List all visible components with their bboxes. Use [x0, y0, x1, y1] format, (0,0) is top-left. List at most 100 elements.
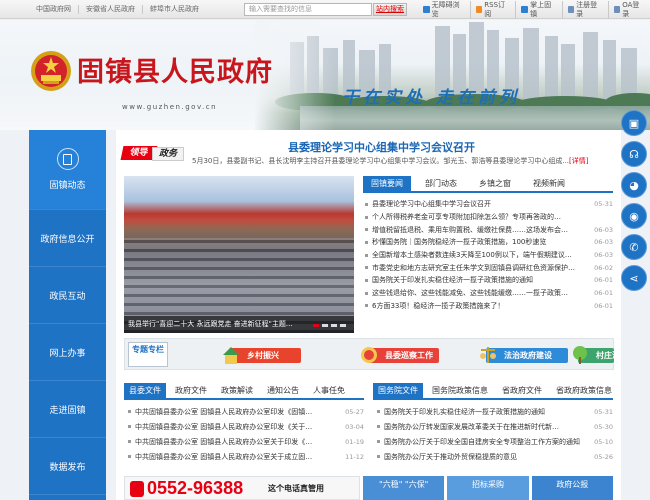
tab-government-docs[interactable]: 政府文件: [170, 383, 212, 398]
tab-video-news[interactable]: 视频新闻: [525, 176, 573, 191]
list-item[interactable]: 国务院办公厅转发国家发展改革委关于在推进新时代新… 05-30: [373, 419, 613, 434]
site-title[interactable]: 固镇县人民政府: [77, 50, 273, 89]
list-item[interactable]: 县委理论学习中心组集中学习会议召开 05-31: [363, 198, 613, 211]
search-input[interactable]: 输入需要查找的信息: [244, 3, 372, 16]
topic-rural-revitalization[interactable]: 乡村振兴: [221, 343, 301, 367]
share-icon[interactable]: ⋖: [621, 265, 647, 291]
list-item[interactable]: 国务院关于印发扎实稳住经济一揽子政策措施的通知 06-01: [363, 274, 613, 287]
bullet: [365, 215, 368, 219]
bullet: [377, 440, 380, 443]
nav-item-interaction[interactable]: 政民互动: [29, 267, 106, 324]
phone-icon[interactable]: ✆: [621, 234, 647, 260]
block-procurement[interactable]: 招标采购: [447, 476, 529, 500]
top-bar: 中国政府网 安徽省人民政府 蚌埠市人民政府 输入需要查找的信息 站内搜索 无障碍…: [0, 0, 650, 19]
main-content: 领导 政务 县委理论学习中心组集中学习会议召开 5月30日，县委副书记、县长沈明…: [116, 130, 621, 500]
list-item[interactable]: 这些钱退给你、这些钱能减免、这些钱能缓缴……一揽子政策… 06-01: [363, 287, 613, 300]
nav-item-label: 数据发布: [49, 462, 86, 473]
list-item[interactable]: 中共固镇县委办公室 固镇县人民政府办公室关于印发《… 01-19: [124, 434, 364, 449]
nav-item-label: 政民互动: [49, 291, 86, 302]
list-item[interactable]: 个人所得税养老金可享专项附加扣除怎么领？专项再答政的…: [363, 211, 613, 224]
list-item[interactable]: 中共固镇县委办公室 固镇县人民政府办公室印发《关于… 03-04: [124, 419, 364, 434]
tab-province-docs[interactable]: 省政府文件: [497, 383, 547, 398]
hotline-banner[interactable]: 0552-96388 这个电话真管用: [124, 476, 360, 500]
state-council-tabs: 国务院文件 国务院政策信息 省政府文件 省政府政策信息: [373, 383, 613, 400]
mobile-link[interactable]: 掌上固镇: [516, 0, 563, 19]
nav-item-about-guzhen[interactable]: 走进固镇: [29, 381, 106, 438]
hotline-tagline: 这个电话真管用: [268, 484, 324, 493]
top-link-anhui[interactable]: 安徽省人民政府: [79, 5, 143, 14]
oa-login-link[interactable]: OA登录: [609, 1, 650, 19]
tab-appointments[interactable]: 人事任免: [308, 383, 350, 398]
login-link[interactable]: 注册登录: [563, 0, 609, 19]
top-link-gov[interactable]: 中国政府网: [30, 5, 79, 14]
mobile-icon: [521, 6, 529, 13]
floating-toolbar: ▣ ☊ ◕ ◉ ✆ ⋖: [621, 110, 647, 296]
rss-icon: [475, 6, 483, 13]
bullet: [128, 440, 131, 443]
rss-link[interactable]: RSS订阅: [471, 0, 517, 19]
top-right-links: 无障碍浏览 RSS订阅 掌上固镇 注册登录 OA登录: [418, 0, 650, 19]
tab-township-news[interactable]: 乡镇之窗: [471, 176, 519, 191]
photo-slider[interactable]: 我县举行"喜迎二十大 永远跟党走 奋进新征程"主题...: [124, 176, 354, 333]
tab-county-party-docs[interactable]: 县委文件: [124, 383, 166, 398]
list-item[interactable]: 中共固镇县委办公室 固镇县人民政府办公室关于成立固… 11-12: [124, 449, 364, 464]
national-emblem-icon: [31, 51, 71, 91]
list-item[interactable]: 市委党史和地方志研究室主任朱学文到固镇县调研红色资源保护… 06-02: [363, 261, 613, 274]
document-icon: [56, 148, 79, 170]
headset-icon[interactable]: ☊: [621, 141, 647, 167]
list-item[interactable]: 中共固镇县委办公室 固镇县人民政府办公室印发《固镇… 05-27: [124, 404, 364, 419]
list-item[interactable]: 增值税留抵退税、乘用车购置税、缓缴社保费……这场发布会… 06-03: [363, 223, 613, 236]
tab-guzhen-news[interactable]: 固镇要闻: [363, 176, 411, 191]
block-gazette[interactable]: 政府公报: [531, 476, 613, 500]
block-six-stability[interactable]: "六稳" "六保": [363, 476, 445, 500]
tab-dept-news[interactable]: 部门动态: [417, 176, 465, 191]
river-graphic: [300, 106, 650, 130]
news-list: 县委理论学习中心组集中学习会议召开 05-31 个人所得税养老金可享专项附加扣除怎…: [363, 198, 613, 312]
screen-icon[interactable]: ▣: [621, 110, 647, 136]
top-links: 中国政府网 安徽省人民政府 蚌埠市人民政府: [30, 0, 206, 19]
tab-policy-interpretation[interactable]: 政策解读: [216, 383, 258, 398]
list-item[interactable]: 国务院办公厅关于印发全国自建房安全专项整治工作方案的通知 05-10: [373, 434, 613, 449]
list-item[interactable]: 全国新增本土感染者数连续3天降至100例以下，端午假期建议… 06-03: [363, 249, 613, 262]
tab-state-council-docs[interactable]: 国务院文件: [373, 383, 423, 398]
bullet: [365, 228, 368, 232]
accessibility-icon: [423, 6, 430, 13]
list-item[interactable]: 秒懂国务院｜国务院稳经济一揽子政策措施，100秒速览 06-03: [363, 236, 613, 249]
slider-dot[interactable]: [340, 324, 346, 327]
site-url: www.guzhen.gov.cn: [122, 103, 218, 111]
list-item[interactable]: 国务院办公厅关于推动外贸保稳提质的意见 05-26: [373, 449, 613, 464]
topic-inspection[interactable]: 县委巡察工作: [359, 343, 439, 367]
weibo-icon[interactable]: ◉: [621, 203, 647, 229]
news-tabs: 固镇要闻 部门动态 乡镇之窗 视频新闻: [363, 176, 613, 193]
bullet: [365, 266, 368, 270]
headline-link[interactable]: 县委理论学习中心组集中学习会议召开: [288, 139, 475, 155]
special-topics-strip: 专题专栏 乡村振兴 县委巡察工作 法治政府建设 村庄清洁: [124, 338, 614, 370]
tab-state-council-policy[interactable]: 国务院政策信息: [427, 383, 493, 398]
topic-rule-of-law[interactable]: 法治政府建设: [478, 343, 568, 367]
slider-dot[interactable]: [331, 324, 337, 327]
details-link[interactable]: [详情]: [569, 157, 588, 165]
slider-dot[interactable]: [322, 324, 328, 327]
nav-item-data-release[interactable]: 数据发布: [29, 438, 106, 495]
state-council-documents-panel: 国务院文件 国务院政策信息 省政府文件 省政府政策信息 国务院关于印发扎实稳住经…: [373, 383, 613, 464]
nav-item-info-disclosure[interactable]: 政府信息公开: [29, 210, 106, 267]
left-nav: 固镇动态 政府信息公开 政民互动 网上办事 走进固镇 数据发布: [29, 130, 106, 500]
user-icon: [567, 6, 575, 13]
bullet: [128, 455, 131, 458]
slider-dot[interactable]: [313, 324, 319, 327]
nav-item-guzhen-news[interactable]: 固镇动态: [29, 130, 106, 210]
nav-item-online-services[interactable]: 网上办事: [29, 324, 106, 381]
accessibility-link[interactable]: 无障碍浏览: [418, 0, 471, 19]
search-button[interactable]: 站内搜索: [373, 3, 407, 16]
list-item[interactable]: 6方面33项！稳经济一揽子政策措施来了！ 06-01: [363, 300, 613, 313]
slider-dots: [313, 324, 346, 327]
slogan: 干在实处 走在前列: [342, 88, 520, 108]
tab-province-policy[interactable]: 省政府政策信息: [551, 383, 617, 398]
topic-village-cleaning[interactable]: 村庄清洁: [570, 343, 614, 367]
top-link-bengbu[interactable]: 蚌埠市人民政府: [143, 5, 206, 14]
nav-item-label: 政府信息公开: [40, 234, 95, 245]
wechat-icon[interactable]: ◕: [621, 172, 647, 198]
county-documents-tabs: 县委文件 政府文件 政策解读 通知公告 人事任免: [124, 383, 364, 400]
list-item[interactable]: 国务院关于印发扎实稳住经济一揽子政策措施的通知 05-31: [373, 404, 613, 419]
tab-announcements[interactable]: 通知公告: [262, 383, 304, 398]
